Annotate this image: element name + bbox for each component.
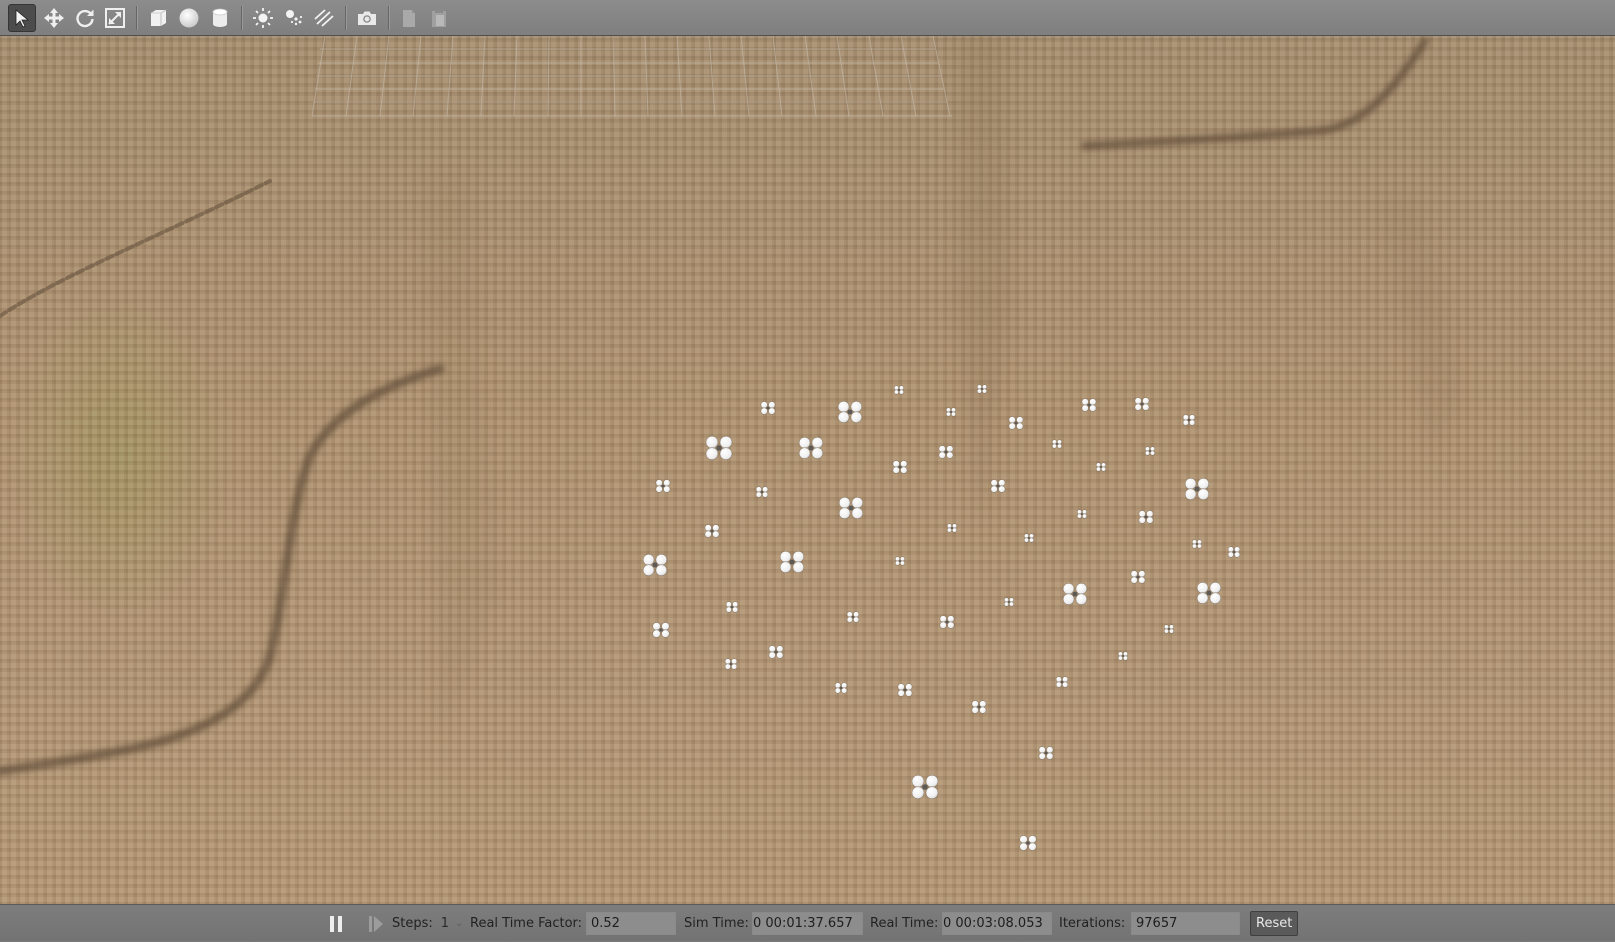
terrain-ridges (0, 37, 1429, 776)
iterations-field: 97657 (1131, 912, 1240, 935)
toolbar-separator (345, 6, 347, 30)
cylinder-shape-icon[interactable] (206, 4, 234, 32)
drone-34[interactable] (1184, 478, 1210, 500)
toolbar-separator (241, 6, 243, 30)
pause-icon (330, 915, 342, 932)
drone-4[interactable] (798, 437, 824, 459)
simulation-status-bar: Steps: 1 ⌄ Real Time Factor: 0.52 Sim Ti… (0, 904, 1615, 941)
box-shape-icon[interactable] (144, 4, 172, 32)
drone-42[interactable] (1227, 546, 1241, 558)
drone-36[interactable] (1077, 509, 1088, 519)
drone-46[interactable] (1004, 597, 1014, 607)
ground-grid (311, 36, 952, 117)
drone-12[interactable] (846, 611, 860, 623)
drone-35[interactable] (990, 479, 1006, 493)
drone-10[interactable] (779, 551, 805, 573)
translate-move-icon[interactable] (40, 4, 68, 32)
sphere-shape-icon[interactable] (175, 4, 203, 32)
scale-icon[interactable] (101, 4, 129, 32)
drone-7[interactable] (838, 497, 864, 519)
drone-40[interactable] (895, 556, 905, 566)
drone-28[interactable] (1052, 439, 1063, 449)
drone-16[interactable] (834, 682, 848, 694)
step-forward-icon (369, 915, 383, 932)
drone-41[interactable] (1192, 539, 1203, 549)
rtf-label: Real Time Factor: (470, 916, 583, 931)
drone-1[interactable] (760, 401, 776, 415)
drone-48[interactable] (1164, 624, 1175, 634)
drone-20[interactable] (911, 774, 939, 800)
copy-icon[interactable] (395, 4, 423, 32)
drone-8[interactable] (704, 524, 720, 538)
drone-18[interactable] (971, 700, 987, 714)
steps-label: Steps: (392, 916, 433, 931)
pause-button[interactable] (329, 905, 343, 942)
spot-light-icon[interactable] (280, 4, 308, 32)
drone-6[interactable] (755, 486, 769, 498)
drone-13[interactable] (652, 622, 670, 638)
steps-value[interactable]: 1 (441, 916, 449, 931)
drone-43[interactable] (1130, 570, 1146, 584)
drone-50[interactable] (1055, 676, 1069, 688)
drone-30[interactable] (1134, 397, 1150, 411)
terrain-scene (0, 36, 1460, 851)
rotate-icon[interactable] (71, 4, 99, 32)
drone-47[interactable] (939, 615, 955, 629)
drone-19[interactable] (1038, 746, 1054, 760)
drone-29[interactable] (1081, 398, 1097, 412)
steps-stepper-arrow-icon[interactable]: ⌄ (455, 918, 463, 929)
drone-27[interactable] (892, 460, 908, 474)
scene-viewport[interactable] (0, 36, 1615, 904)
step-button[interactable] (368, 905, 384, 942)
paste-icon[interactable] (425, 4, 453, 32)
drone-24[interactable] (946, 407, 956, 417)
real-time-field: 0 00:03:08.053 (942, 912, 1052, 935)
toolbar-separator (136, 6, 138, 30)
drone-32[interactable] (1145, 446, 1156, 456)
drone-44[interactable] (1062, 583, 1088, 605)
drone-9[interactable] (642, 554, 668, 576)
drone-swarm (642, 384, 1241, 851)
terrain-shading (420, 36, 1460, 736)
sim-time-label: Sim Time: (684, 916, 749, 931)
drone-22[interactable] (894, 385, 904, 395)
screenshot-camera-icon[interactable] (353, 4, 381, 32)
point-light-icon[interactable] (249, 4, 277, 32)
select-arrow-icon[interactable] (8, 4, 36, 32)
drone-15[interactable] (724, 658, 738, 670)
drone-45[interactable] (1196, 582, 1222, 604)
rtf-field: 0.52 (586, 912, 676, 935)
directional-light-icon[interactable] (310, 4, 338, 32)
real-time-label: Real Time: (870, 916, 939, 931)
toolbar (0, 0, 1615, 36)
drone-33[interactable] (1096, 462, 1107, 472)
iterations-label: Iterations: (1059, 916, 1126, 931)
drone-38[interactable] (1024, 533, 1035, 543)
drone-25[interactable] (1008, 416, 1024, 430)
drone-49[interactable] (1118, 651, 1129, 661)
drone-2[interactable] (837, 401, 863, 423)
reset-button[interactable]: Reset (1250, 911, 1299, 936)
drone-3[interactable] (705, 435, 733, 461)
drone-39[interactable] (947, 523, 957, 533)
drone-5[interactable] (655, 479, 671, 493)
drone-14[interactable] (768, 645, 784, 659)
drone-37[interactable] (1138, 510, 1154, 524)
drone-21[interactable] (1019, 835, 1037, 851)
drone-11[interactable] (725, 601, 739, 613)
drone-17[interactable] (897, 683, 913, 697)
drone-26[interactable] (938, 445, 954, 459)
toolbar-separator (388, 6, 390, 30)
sim-time-field: 0 00:01:37.657 (752, 912, 863, 935)
drone-31[interactable] (1182, 414, 1196, 426)
